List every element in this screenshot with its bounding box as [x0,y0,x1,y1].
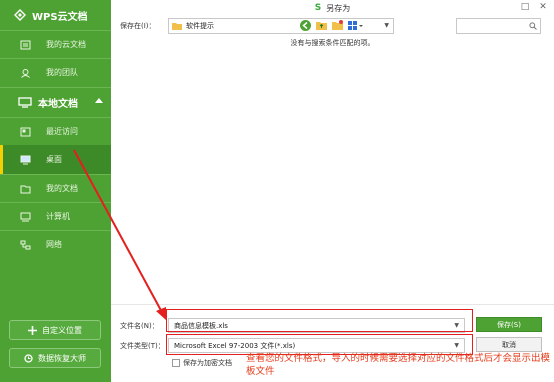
encrypt-checkbox[interactable] [172,359,180,367]
chevron-down-icon[interactable]: ▼ [454,342,459,349]
cancel-button[interactable]: 取消 [476,337,542,352]
filetype-value: Microsoft Excel 97-2003 文件(*.xls) [174,341,296,350]
sidebar-item-label: 我的团队 [46,68,78,77]
back-icon[interactable] [299,19,312,32]
section-label: 本地文档 [38,98,78,110]
sidebar-item-my-cloud-docs[interactable]: 我的云文档 [0,30,111,59]
monitor-icon [18,96,32,108]
data-recovery-label: 数据恢复大师 [38,353,86,363]
filename-label: 文件名(N)： [120,322,159,330]
sidebar-item-my-documents[interactable]: 我的文档 [0,174,111,203]
recovery-icon [24,353,33,363]
sidebar-item-my-team[interactable]: 我的团队 [0,58,111,87]
data-recovery-button[interactable]: 数据恢复大师 [9,348,101,368]
wps-s-icon: S [314,3,322,13]
sidebar-item-recent[interactable]: 最近访问 [0,117,111,146]
cancel-button-label: 取消 [502,340,516,349]
filetype-label: 文件类型(T)： [120,342,165,350]
desktop-icon [20,155,31,164]
annotation-text: 查看您的文件格式，导入的时候需要选择对应的文件格式后才会显示出模板文件 [246,353,551,377]
sidebar-item-label: 我的云文档 [46,40,86,49]
save-in-label: 保存在(I)： [120,22,156,30]
chevron-down-icon[interactable]: ▼ [454,322,459,329]
folder-icon [172,23,182,30]
sidebar: WPS云文档 我的云文档 我的团队 本地文档 最近访问 桌面 我的文档 计算机 … [0,0,111,382]
dialog-titlebar: S 另存为 [111,0,554,16]
view-menu-icon[interactable] [347,19,363,32]
file-list[interactable]: 没有与搜索条件匹配的项。 [111,36,554,304]
save-button[interactable]: 保存(S) [476,317,542,332]
search-icon[interactable] [529,22,537,30]
team-icon [21,68,30,78]
encrypt-option[interactable]: 保存为加密文档 [172,358,232,368]
network-icon [20,240,31,249]
sidebar-item-label: 桌面 [46,155,62,164]
chevron-down-icon[interactable]: ▼ [384,22,389,29]
brand-title: WPS云文档 [32,11,88,23]
new-folder-icon[interactable] [331,19,344,32]
brand-header: WPS云文档 [0,0,111,30]
sidebar-item-label: 网络 [46,240,62,249]
sidebar-item-label: 最近访问 [46,127,78,136]
dialog-title: 另存为 [326,3,351,13]
computer-icon [20,212,31,221]
wps-cloud-logo-icon [14,9,26,21]
my-docs-icon [20,185,31,193]
maximize-icon[interactable]: □ [518,0,532,14]
recent-icon [20,127,31,136]
sidebar-item-network[interactable]: 网络 [0,230,111,259]
search-input[interactable] [456,18,541,34]
filename-field[interactable]: 商品信息模板.xls ▼ [168,318,465,333]
filetype-select[interactable]: Microsoft Excel 97-2003 文件(*.xls) ▼ [168,338,465,353]
local-docs-section[interactable]: 本地文档 [0,87,111,117]
custom-location-button[interactable]: 自定义位置 [9,320,101,340]
save-in-value: 软件提示 [186,22,214,30]
encrypt-label: 保存为加密文档 [183,359,232,367]
filename-value: 商品信息模板.xls [174,321,228,330]
sidebar-item-label: 我的文档 [46,184,78,193]
collapse-caret-icon[interactable] [95,98,103,103]
sidebar-item-computer[interactable]: 计算机 [0,202,111,231]
plus-icon [28,325,37,335]
sidebar-item-desktop[interactable]: 桌面 [0,145,111,174]
close-icon[interactable]: ✕ [536,0,550,14]
cloud-doc-icon [20,40,31,49]
save-button-label: 保存(S) [497,320,521,329]
up-folder-icon[interactable] [315,19,328,32]
location-toolbar: 保存在(I)： 软件提示 ▼ [111,16,554,36]
custom-location-label: 自定义位置 [42,325,82,335]
empty-message: 没有与搜索条件匹配的项。 [290,39,375,47]
sidebar-item-label: 计算机 [46,212,70,221]
